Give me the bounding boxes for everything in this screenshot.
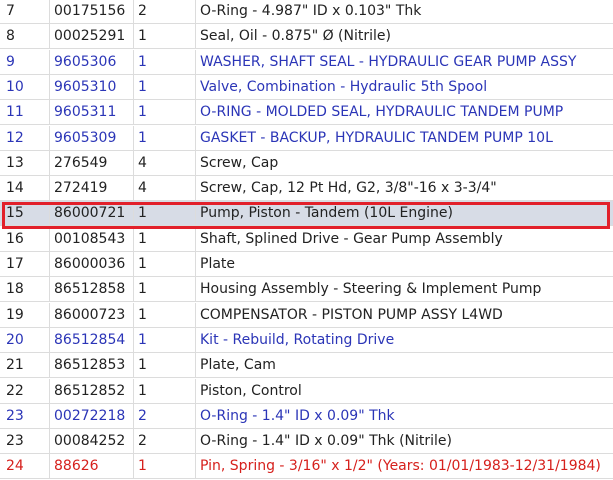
description-cell: Screw, Cap [195,150,613,175]
quantity-cell: 4 [133,150,195,175]
part-number-cell[interactable]: 00272218 [49,403,133,428]
table-row[interactable]: 16 00108543 1 Shaft, Splined Drive - Gear P… [0,226,613,252]
ref-number-cell: 15 [6,205,24,222]
description-cell: Seal, Oil - 0.875" Ø (Nitrile) [195,24,613,49]
quantity-cell: 2 [133,429,195,454]
description-cell: Piston, Control [195,378,613,403]
part-number-cell[interactable]: 9605311 [49,100,133,125]
table-row[interactable]: 18 86512858 1 Housing Assembly - Steering &… [0,277,613,303]
quantity-cell[interactable]: 1 [133,100,195,125]
description-cell: Plate, Cam [195,353,613,378]
ref-number-cell: 13 [6,154,24,171]
ref-number-cell[interactable]: 12 [0,126,49,150]
ref-number-cell: 17 [6,256,24,272]
ref-number-cell: 21 [6,357,24,374]
ref-number-cell[interactable]: 24 [0,454,49,478]
table-row[interactable]: 24 88626 1 Pin, Spring - 3/16" x 1/2" (Year… [0,454,613,480]
table-row[interactable]: 17 86000036 1 Plate [0,252,613,277]
quantity-cell: 2 [133,0,195,23]
quantity-cell: 1 [133,378,195,403]
table-row[interactable]: 12 9605309 1 GASKET - BACKUP, HYDRAULIC TAN… [0,125,613,151]
ref-number-cell[interactable]: 9 [0,50,49,74]
quantity-cell[interactable]: 1 [133,327,195,352]
ref-number-cell: 18 [6,281,24,298]
part-number-cell: 00084252 [49,429,133,454]
description-cell: Plate [195,252,613,276]
part-number-cell: 276549 [49,150,133,175]
ref-number-cell: 7 [6,3,15,19]
quantity-cell[interactable]: 1 [133,125,195,150]
table-row[interactable]: 23 00084252 2 O-Ring - 1.4" ID x 0.09" Thk … [0,429,613,455]
ref-number-cell: 19 [6,306,24,323]
table-row[interactable]: 7 00175156 2 O-Ring - 4.987" ID x 0.103" Th… [0,0,613,24]
ref-number-cell[interactable]: 10 [0,75,49,99]
description-cell: Screw, Cap, 12 Pt Hd, G2, 3/8"-16 x 3-3/… [195,176,613,201]
table-row[interactable]: 20 86512854 1 Kit - Rebuild, Rotating Drive [0,327,613,353]
description-cell: O-Ring - 1.4" ID x 0.09" Thk (Nitrile) [195,429,613,454]
quantity-cell: 1 [133,252,195,276]
ref-number-cell: 14 [6,180,24,197]
quantity-cell[interactable]: 1 [133,454,195,479]
description-cell[interactable]: GASKET - BACKUP, HYDRAULIC TANDEM PUMP 1… [195,125,613,150]
table-row[interactable]: 19 86000723 1 COMPENSATOR - PISTON PUMP ASS… [0,302,613,328]
description-cell: Housing Assembly - Steering & Implement … [195,277,613,302]
quantity-cell: 1 [133,226,195,251]
quantity-cell: 1 [133,277,195,302]
part-number-cell: 272419 [49,176,133,201]
part-number-cell[interactable]: 9605310 [49,74,133,99]
description-cell[interactable]: Valve, Combination - Hydraulic 5th Spool [195,74,613,99]
parts-list-table: 7 00175156 2 O-Ring - 4.987" ID x 0.103" Th… [0,0,613,480]
part-number-cell: 86512858 [49,277,133,302]
part-number-cell[interactable]: 88626 [49,454,133,479]
part-number-cell: 86512853 [49,353,133,378]
table-row[interactable]: 22 86512852 1 Piston, Control [0,378,613,404]
description-cell: Pump, Piston - Tandem (10L Engine) [195,201,613,226]
part-number-cell: 86000036 [49,252,133,276]
ref-number-cell: 8 [6,28,15,45]
description-cell: O-Ring - 4.987" ID x 0.103" Thk [195,0,613,23]
quantity-cell[interactable]: 1 [133,49,195,74]
ref-number-cell[interactable]: 11 [0,100,49,124]
ref-number-cell[interactable]: 23 [0,404,49,428]
quantity-cell[interactable]: 1 [133,74,195,99]
part-number-cell: 00108543 [49,226,133,251]
description-cell: COMPENSATOR - PISTON PUMP ASSY L4WD [195,302,613,327]
quantity-cell: 1 [133,353,195,378]
part-number-cell: 86000721 [49,201,133,226]
part-number-cell: 86512852 [49,378,133,403]
table-row[interactable]: 14 272419 4 Screw, Cap, 12 Pt Hd, G2, 3/8"-… [0,176,613,202]
part-number-cell[interactable]: 9605306 [49,49,133,74]
part-number-cell: 86000723 [49,302,133,327]
quantity-cell: 1 [133,201,195,226]
part-number-cell: 00175156 [49,0,133,23]
table-row[interactable]: 8 00025291 1 Seal, Oil - 0.875" Ø (Nitrile) [0,24,613,50]
quantity-cell: 1 [133,24,195,49]
description-cell[interactable]: WASHER, SHAFT SEAL - HYDRAULIC GEAR PUMP… [195,49,613,74]
quantity-cell: 4 [133,176,195,201]
ref-number-cell[interactable]: 20 [0,328,49,352]
table-row[interactable]: 9 9605306 1 WASHER, SHAFT SEAL - HYDRAULIC … [0,49,613,75]
table-row[interactable]: 23 00272218 2 O-Ring - 1.4" ID x 0.09" Thk [0,403,613,429]
description-cell[interactable]: Pin, Spring - 3/16" x 1/2" (Years: 01/01… [195,454,613,479]
quantity-cell: 1 [133,302,195,327]
description-cell: Shaft, Splined Drive - Gear Pump Assembl… [195,226,613,251]
table-row[interactable]: 10 9605310 1 Valve, Combination - Hydraulic… [0,74,613,100]
quantity-cell[interactable]: 2 [133,403,195,428]
ref-number-cell: 16 [6,230,24,247]
description-cell[interactable]: Kit - Rebuild, Rotating Drive [195,327,613,352]
part-number-cell[interactable]: 86512854 [49,327,133,352]
table-row[interactable]: 11 9605311 1 O-RING - MOLDED SEAL, HYDRAULI… [0,100,613,126]
description-cell[interactable]: O-Ring - 1.4" ID x 0.09" Thk [195,403,613,428]
table-row-selected[interactable]: 15 86000721 1 Pump, Piston - Tandem (10L En… [0,201,613,227]
ref-number-cell: 22 [6,382,24,399]
description-cell[interactable]: O-RING - MOLDED SEAL, HYDRAULIC TANDEM P… [195,100,613,125]
part-number-cell: 00025291 [49,24,133,49]
table-row[interactable]: 21 86512853 1 Plate, Cam [0,353,613,379]
part-number-cell[interactable]: 9605309 [49,125,133,150]
table-row[interactable]: 13 276549 4 Screw, Cap [0,150,613,176]
ref-number-cell: 23 [6,433,24,450]
